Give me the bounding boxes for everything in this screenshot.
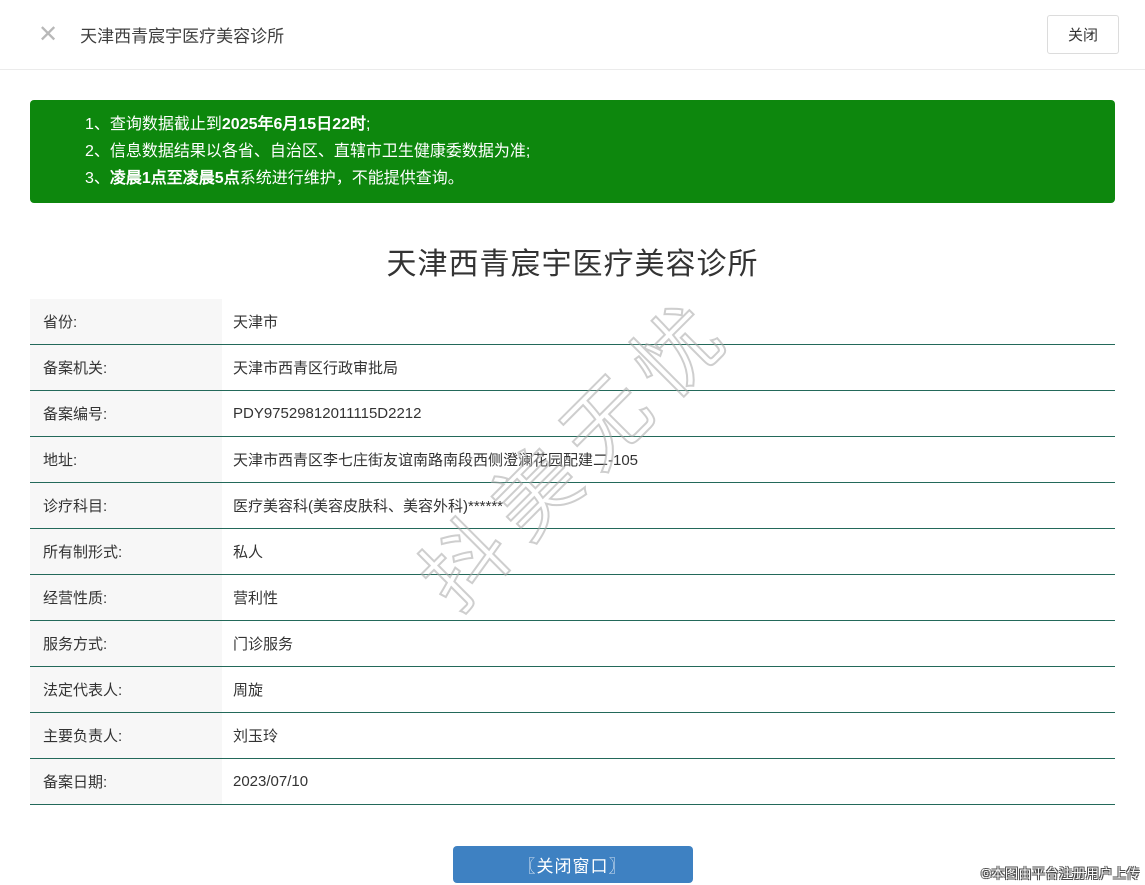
field-value: PDY97529812011115D2212 (222, 391, 1115, 436)
table-row: 法定代表人: 周旋 (30, 667, 1115, 713)
copyright-text: ©本图由平台注册用户上传 (981, 866, 1140, 881)
field-label: 诊疗科目: (30, 483, 222, 528)
field-value: 天津市西青区行政审批局 (222, 345, 1115, 390)
field-label: 法定代表人: (30, 667, 222, 712)
field-value: 周旋 (222, 667, 1115, 712)
field-value: 营利性 (222, 575, 1115, 620)
notice-item: 2、信息数据结果以各省、自治区、直辖市卫生健康委数据为准; (85, 143, 531, 160)
notice-box: 1、查询数据截止到2025年6月15日22时; 2、信息数据结果以各省、自治区、直… (30, 100, 1115, 203)
notice-item: 3、凌晨1点至凌晨5点系统进行维护，不能提供查询。 (85, 170, 464, 187)
field-value: 门诊服务 (222, 621, 1115, 666)
table-row: 地址: 天津市西青区李七庄街友谊南路南段西侧澄澜花园配建二-105 (30, 437, 1115, 483)
page-title: 天津西青宸宇医疗美容诊所 (386, 248, 759, 281)
table-row: 主要负责人: 刘玉玲 (30, 713, 1115, 759)
field-value: 私人 (222, 529, 1115, 574)
field-label: 地址: (30, 437, 222, 482)
field-label: 备案机关: (30, 345, 222, 390)
table-row: 备案日期: 2023/07/10 (30, 759, 1115, 805)
field-label: 所有制形式: (30, 529, 222, 574)
field-value: 天津市 (222, 299, 1115, 344)
table-row: 备案编号: PDY97529812011115D2212 (30, 391, 1115, 437)
table-row: 服务方式: 门诊服务 (30, 621, 1115, 667)
field-label: 主要负责人: (30, 713, 222, 758)
notice-item: 1、查询数据截止到2025年6月15日22时; (85, 116, 371, 133)
close-x-icon[interactable]: ✕ (38, 22, 58, 47)
window-title: 天津西青宸宇医疗美容诊所 (80, 27, 285, 46)
field-value: 刘玉玲 (222, 713, 1115, 758)
field-value: 天津市西青区李七庄街友谊南路南段西侧澄澜花园配建二-105 (222, 437, 1115, 482)
field-label: 经营性质: (30, 575, 222, 620)
close-window-button[interactable]: 〖关闭窗口〗 (452, 846, 693, 883)
close-button[interactable]: 关闭 (1046, 15, 1119, 54)
info-table: 省份: 天津市 备案机关: 天津市西青区行政审批局 备案编号: PDY9752981201… (30, 299, 1115, 805)
field-label: 备案日期: (30, 759, 222, 804)
table-row: 所有制形式: 私人 (30, 529, 1115, 575)
table-row: 省份: 天津市 (30, 299, 1115, 345)
field-value: 2023/07/10 (222, 759, 1115, 804)
window-header: ✕ 天津西青宸宇医疗美容诊所 关闭 (0, 0, 1145, 70)
table-row: 备案机关: 天津市西青区行政审批局 (30, 345, 1115, 391)
field-label: 服务方式: (30, 621, 222, 666)
field-label: 备案编号: (30, 391, 222, 436)
table-row: 经营性质: 营利性 (30, 575, 1115, 621)
table-row: 诊疗科目: 医疗美容科(美容皮肤科、美容外科)****** (30, 483, 1115, 529)
field-label: 省份: (30, 299, 222, 344)
field-value: 医疗美容科(美容皮肤科、美容外科)****** (222, 483, 1115, 528)
